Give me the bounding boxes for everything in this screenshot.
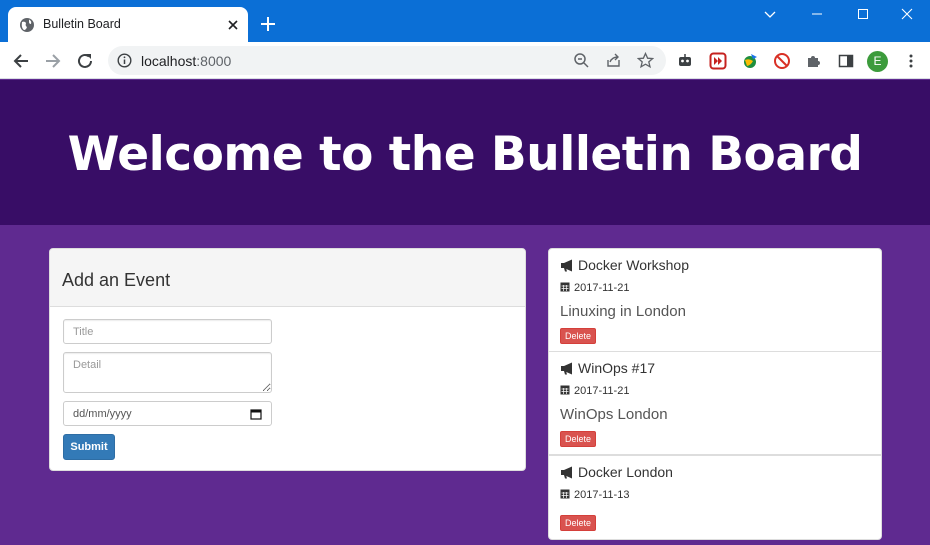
puzzle-icon[interactable] (805, 52, 823, 70)
block-icon[interactable] (773, 52, 791, 70)
zoom-icon[interactable] (573, 52, 590, 69)
side-panel-icon[interactable] (837, 52, 855, 70)
event-item: WinOps #17 2017-11-21 WinOps London Dele… (548, 351, 882, 455)
reload-icon[interactable] (74, 50, 96, 72)
maximize-icon (858, 9, 868, 19)
bullhorn-icon (561, 466, 572, 479)
minimize-button[interactable] (794, 0, 840, 30)
url-text[interactable]: localhost:8000 (141, 53, 231, 69)
delete-button[interactable]: Delete (560, 431, 596, 447)
event-detail: WinOps London (560, 406, 668, 423)
event-item: Docker Workshop 2017-11-21 Linuxing in L… (548, 248, 882, 352)
calendar-icon (560, 385, 570, 395)
delete-button[interactable]: Delete (560, 328, 596, 344)
chevron-down-icon (764, 11, 776, 18)
bullhorn-icon (561, 362, 572, 375)
event-list: Docker Workshop 2017-11-21 Linuxing in L… (548, 248, 882, 540)
event-date: 2017-11-21 (560, 281, 629, 294)
star-icon[interactable] (637, 52, 654, 69)
kebab-menu-icon[interactable] (902, 52, 920, 70)
event-date: 2017-11-21 (560, 384, 629, 397)
submit-button[interactable]: Submit (63, 434, 115, 460)
address-bar[interactable]: localhost:8000 (108, 46, 666, 75)
browser-tab[interactable]: Bulletin Board (8, 7, 248, 42)
date-placeholder: dd/mm/yyyy (73, 408, 132, 420)
media-extension-icon[interactable] (709, 52, 727, 70)
close-window-button[interactable] (884, 0, 930, 30)
close-tab-icon[interactable] (225, 17, 241, 33)
panel-header: Add an Event (50, 249, 525, 307)
delete-button[interactable]: Delete (560, 515, 596, 531)
maximize-button[interactable] (840, 0, 886, 30)
tab-title: Bulletin Board (43, 17, 121, 31)
page-title: Welcome to the Bulletin Board (67, 127, 863, 182)
globe-icon (20, 18, 34, 32)
add-event-panel: Add an Event dd/mm/yyyy Submit (49, 248, 526, 471)
info-icon[interactable] (117, 53, 132, 68)
robot-extension-icon[interactable] (676, 52, 694, 70)
event-detail: Linuxing in London (560, 303, 686, 320)
close-icon (901, 8, 913, 20)
new-tab-icon[interactable] (258, 14, 278, 34)
profile-avatar[interactable]: E (867, 51, 888, 72)
date-input[interactable]: dd/mm/yyyy (63, 401, 272, 426)
browser-tab-strip: Bulletin Board (0, 0, 930, 42)
calendar-icon (560, 489, 570, 499)
event-item: Docker London 2017-11-13 Delete (548, 455, 882, 540)
panel-title: Add an Event (62, 270, 171, 290)
bullhorn-icon (561, 259, 572, 272)
event-title: Docker Workshop (560, 257, 689, 273)
minimize-icon (812, 13, 822, 15)
forward-arrow-icon[interactable] (42, 50, 64, 72)
browser-toolbar: localhost:8000 E (0, 42, 930, 79)
event-title: Docker London (560, 464, 673, 480)
globe-extension-icon[interactable] (741, 52, 759, 70)
event-title: WinOps #17 (560, 360, 655, 376)
title-input[interactable] (63, 319, 272, 344)
calendar-icon[interactable] (250, 408, 262, 420)
calendar-icon (560, 282, 570, 292)
detail-textarea[interactable] (63, 352, 272, 393)
back-arrow-icon[interactable] (10, 50, 32, 72)
share-icon[interactable] (605, 52, 622, 69)
event-date: 2017-11-13 (560, 488, 629, 501)
tab-search-button[interactable] (747, 0, 793, 30)
